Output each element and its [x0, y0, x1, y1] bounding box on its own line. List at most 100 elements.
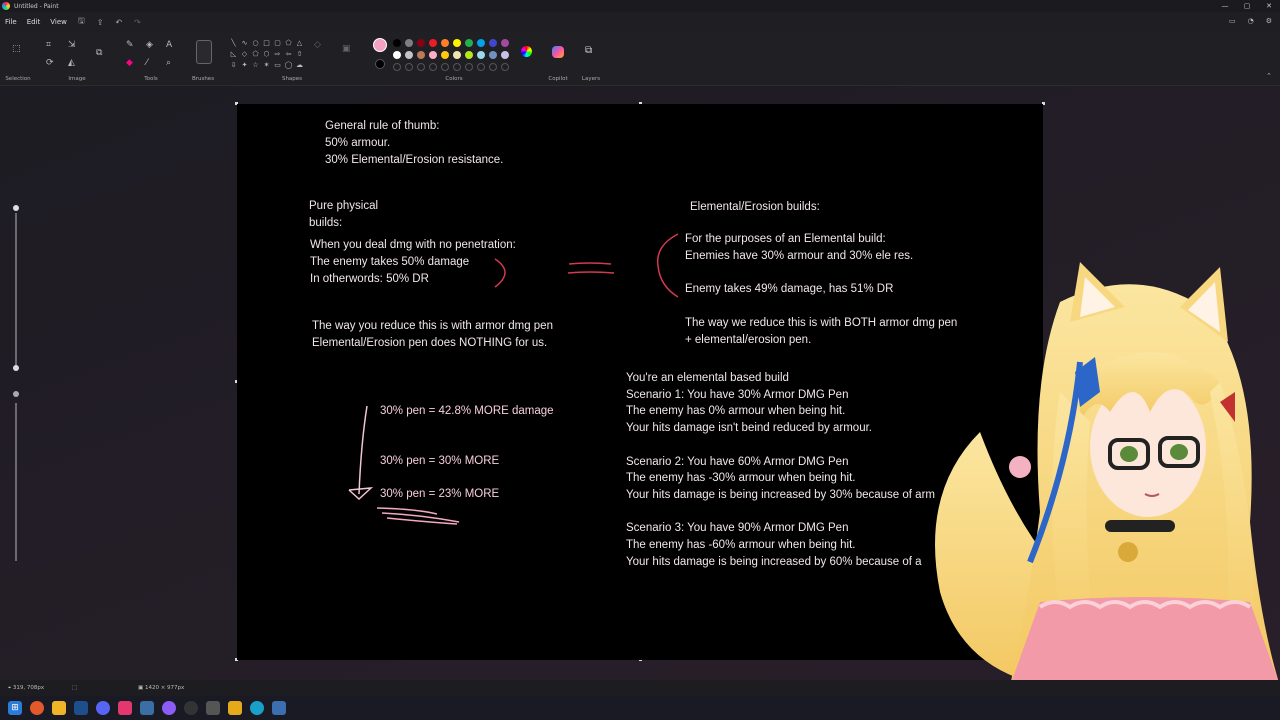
steam-icon[interactable] [74, 701, 88, 715]
menu-edit[interactable]: Edit [22, 18, 46, 26]
outline-icon[interactable]: ◇ [314, 40, 321, 50]
share-icon[interactable]: ⇪ [91, 18, 110, 27]
pentagon-shape-icon[interactable]: ⬠ [250, 50, 261, 59]
color-picker-icon[interactable]: ⁄ [146, 58, 148, 68]
start-icon[interactable]: ⊞ [8, 701, 22, 715]
line-shape-icon[interactable]: ╲ [228, 39, 239, 48]
discord-icon[interactable] [96, 701, 110, 715]
color-swatch[interactable] [417, 51, 425, 59]
menu-file[interactable]: File [0, 18, 22, 26]
color-swatch[interactable] [441, 39, 449, 47]
custom-color-slot[interactable] [393, 63, 401, 71]
color-swatch[interactable] [465, 51, 473, 59]
undo-icon[interactable]: ↶ [109, 18, 128, 27]
primary-color-swatch[interactable] [373, 38, 387, 52]
app-icon[interactable] [206, 701, 220, 715]
hexagon-shape-icon[interactable]: ⬡ [261, 50, 272, 59]
settings-icon[interactable]: ⚙ [1266, 17, 1272, 25]
fill-icon[interactable]: ◈ [146, 40, 153, 50]
save-icon[interactable]: 🖫 [72, 15, 91, 29]
rounded-rect-shape-icon[interactable]: ▢ [272, 39, 283, 48]
eraser-icon[interactable]: ◆ [126, 58, 133, 68]
curve-shape-icon[interactable]: ∿ [239, 39, 250, 48]
custom-color-slot[interactable] [441, 63, 449, 71]
media-app-icon[interactable] [118, 701, 132, 715]
firefox-icon[interactable] [30, 701, 44, 715]
color-swatch[interactable] [405, 51, 413, 59]
oval-shape-icon[interactable]: ○ [250, 39, 261, 48]
star6-shape-icon[interactable]: ✶ [261, 61, 272, 70]
color-swatch[interactable] [429, 51, 437, 59]
chrome-icon[interactable] [184, 701, 198, 715]
down-arrow-shape-icon[interactable]: ⇩ [228, 61, 239, 70]
select-image-icon[interactable]: ⧉ [96, 48, 102, 58]
cloud-shape-icon[interactable]: ☁ [294, 61, 305, 70]
fill-shape-icon[interactable]: ▣ [342, 44, 351, 54]
custom-color-slot[interactable] [417, 63, 425, 71]
custom-color-slot[interactable] [453, 63, 461, 71]
custom-color-slot[interactable] [405, 63, 413, 71]
color-swatch[interactable] [489, 51, 497, 59]
rotate-icon[interactable]: ⟳ [46, 58, 54, 68]
diamond-shape-icon[interactable]: ◇ [239, 50, 250, 59]
polygon-shape-icon[interactable]: ⬠ [283, 39, 294, 48]
custom-color-slot[interactable] [477, 63, 485, 71]
text-icon[interactable]: A [166, 40, 172, 50]
pencil-icon[interactable]: ✎ [126, 40, 134, 50]
edit-colors-icon[interactable] [521, 46, 532, 57]
custom-color-slot[interactable] [429, 63, 437, 71]
color-swatch[interactable] [429, 39, 437, 47]
color-swatch[interactable] [501, 39, 509, 47]
minimize-button[interactable]: — [1214, 0, 1236, 12]
color-swatch[interactable] [477, 51, 485, 59]
flip-icon[interactable]: ◭ [68, 58, 75, 68]
drawing-canvas[interactable]: General rule of thumb: 50% armour. 30% E… [237, 104, 1043, 660]
up-arrow-shape-icon[interactable]: ⇧ [294, 50, 305, 59]
color-swatch[interactable] [489, 39, 497, 47]
feedback-icon[interactable]: ▭ [1229, 17, 1236, 25]
triangle-shape-icon[interactable]: △ [294, 39, 305, 48]
custom-color-slot[interactable] [489, 63, 497, 71]
selection-icon[interactable]: ⬚ [12, 44, 21, 54]
rectangle-shape-icon[interactable]: □ [261, 39, 272, 48]
obs-icon[interactable] [162, 701, 176, 715]
edge-icon[interactable] [250, 701, 264, 715]
color-swatch[interactable] [405, 39, 413, 47]
color-swatch[interactable] [501, 51, 509, 59]
right-arrow-shape-icon[interactable]: ⇨ [272, 50, 283, 59]
color-swatch[interactable] [417, 39, 425, 47]
color-swatch[interactable] [441, 51, 449, 59]
slider-knob-mid[interactable] [13, 365, 19, 371]
redo-icon[interactable]: ↷ [128, 18, 147, 27]
color-swatch[interactable] [393, 39, 401, 47]
color-swatch[interactable] [393, 51, 401, 59]
vscode-icon[interactable] [140, 701, 154, 715]
magnifier-icon[interactable]: ⌕ [166, 58, 171, 68]
secondary-color-swatch[interactable] [375, 59, 385, 69]
collapse-ribbon-icon[interactable]: ⌃ [1266, 72, 1272, 80]
color-swatch[interactable] [465, 39, 473, 47]
crop-icon[interactable]: ⌗ [46, 40, 51, 50]
paint-taskbar-icon[interactable] [272, 701, 286, 715]
callout-rect-shape-icon[interactable]: ▭ [272, 61, 283, 70]
zoom-slider[interactable] [10, 205, 22, 565]
custom-color-slot[interactable] [501, 63, 509, 71]
callout-oval-shape-icon[interactable]: ◯ [283, 61, 294, 70]
right-triangle-shape-icon[interactable]: ◺ [228, 50, 239, 59]
resize-icon[interactable]: ⇲ [68, 40, 76, 50]
account-icon[interactable]: ◔ [1248, 17, 1254, 25]
notes-icon[interactable] [228, 701, 242, 715]
copilot-icon[interactable] [552, 46, 564, 58]
color-swatch[interactable] [453, 39, 461, 47]
custom-color-slot[interactable] [465, 63, 473, 71]
brush-icon[interactable] [196, 40, 212, 64]
maximize-button[interactable]: ▢ [1236, 0, 1258, 12]
menu-view[interactable]: View [45, 18, 72, 26]
slider-lock-icon[interactable] [13, 391, 19, 397]
close-button[interactable]: ✕ [1258, 0, 1280, 12]
color-swatch[interactable] [453, 51, 461, 59]
file-explorer-icon[interactable] [52, 701, 66, 715]
color-swatch[interactable] [477, 39, 485, 47]
star5-shape-icon[interactable]: ☆ [250, 61, 261, 70]
layers-icon[interactable]: ⧉ [585, 45, 592, 56]
